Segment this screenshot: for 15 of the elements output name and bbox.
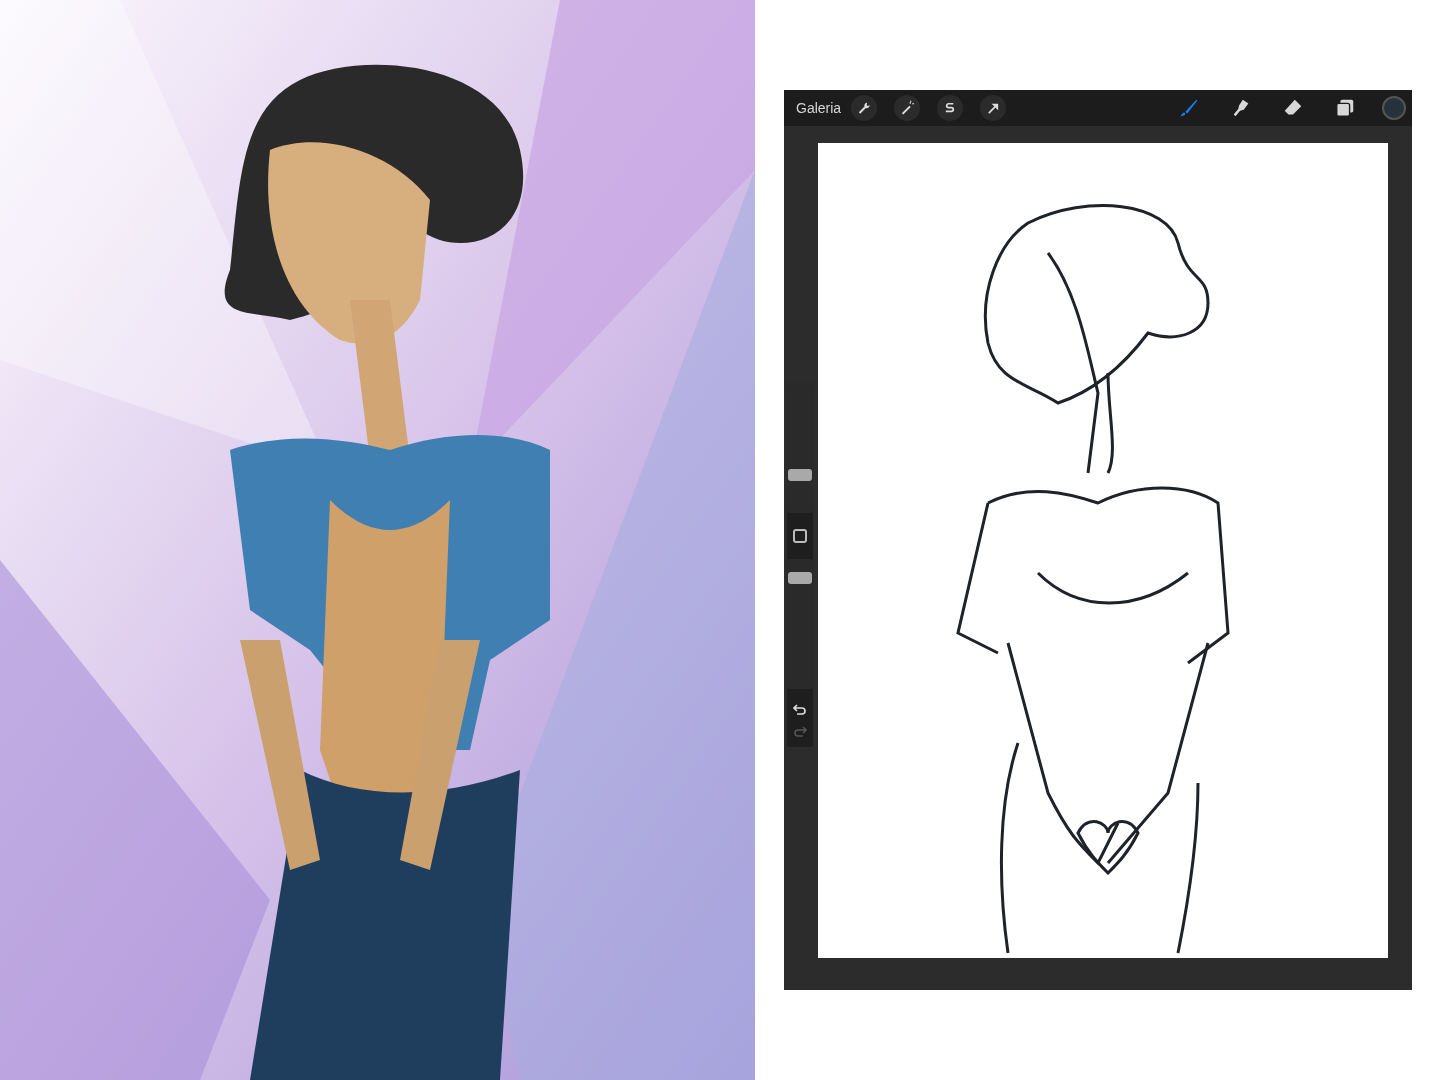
color-swatch[interactable] [1382,96,1406,120]
slider-handle[interactable] [788,469,812,482]
modify-button[interactable] [793,529,807,543]
arrow-button[interactable] [980,95,1007,121]
magic-wand-button[interactable] [894,95,921,121]
wrench-button[interactable] [851,95,878,121]
gallery-button[interactable]: Galeria [796,97,842,119]
undo-icon[interactable] [793,703,807,717]
opacity-slider[interactable] [787,559,813,689]
slider-handle[interactable] [788,572,812,584]
s-curve-button[interactable] [937,95,964,121]
magic-wand-icon [899,100,916,116]
layers-icon [1334,97,1356,119]
wrench-icon [856,100,873,116]
paintbrush-icon [1178,97,1200,119]
